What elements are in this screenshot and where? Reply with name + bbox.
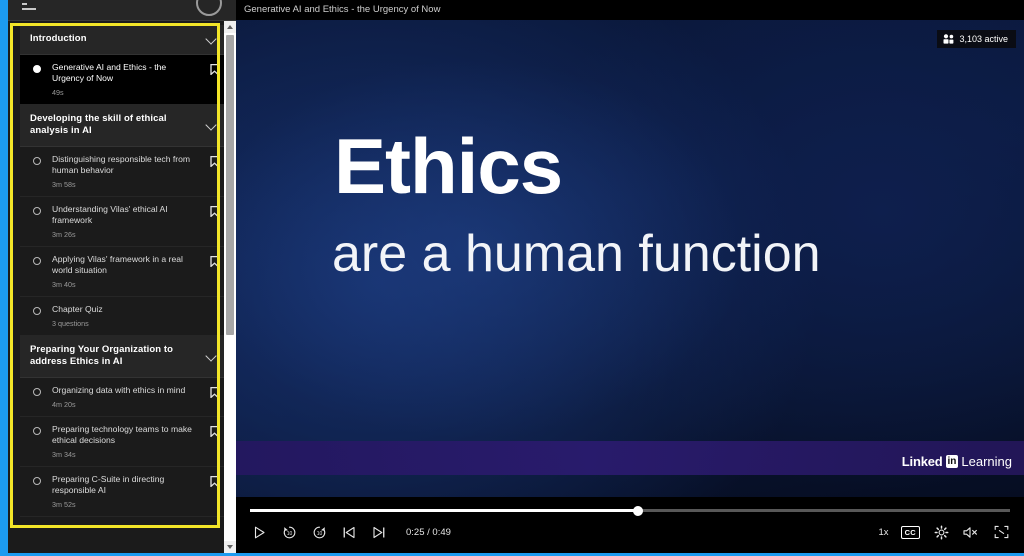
lesson-duration: 3m 26s bbox=[52, 229, 76, 239]
lesson-title: Organizing data with ethics in mind bbox=[52, 384, 186, 395]
volume-muted-icon[interactable] bbox=[962, 523, 980, 541]
forward-10-icon[interactable]: 10 bbox=[310, 523, 328, 541]
closed-captions-button[interactable]: CC bbox=[900, 525, 920, 539]
lesson-row[interactable]: Applying Vilas' framework in a real worl… bbox=[20, 246, 226, 297]
lesson-duration: 49s bbox=[52, 87, 64, 97]
lesson-title: Chapter Quiz bbox=[52, 303, 103, 314]
lesson-row[interactable]: Preparing the Board of Directors to mana… bbox=[20, 516, 226, 527]
active-lesson-accent-bar bbox=[10, 62, 13, 172]
scroll-up-arrow-icon[interactable] bbox=[224, 21, 236, 33]
scroll-down-arrow-icon[interactable] bbox=[224, 541, 236, 553]
logo-linked-text: Linked bbox=[901, 454, 943, 469]
lesson-row[interactable]: Understanding Vilas' ethical AI framewor… bbox=[20, 196, 226, 247]
logo-learning-text: Learning bbox=[961, 454, 1012, 469]
video-stage[interactable]: Ethics are a human function Linked in Lear… bbox=[236, 20, 1024, 497]
chevron-down-icon[interactable] bbox=[207, 34, 218, 45]
slide-subheadline: are a human function bbox=[332, 225, 821, 283]
player-left-controls: 10 10 0:25 / 0:49 bbox=[250, 523, 451, 541]
play-icon[interactable] bbox=[250, 523, 268, 541]
course-contents-sidebar: Introduction Generative AI and Ethics - t… bbox=[8, 0, 236, 553]
lesson-status-icon bbox=[33, 387, 41, 396]
bookmark-icon[interactable] bbox=[210, 386, 219, 398]
lesson-duration: 3m 40s bbox=[52, 279, 76, 289]
lesson-row[interactable]: Preparing technology teams to make ethic… bbox=[20, 416, 226, 467]
fullscreen-icon[interactable] bbox=[992, 523, 1010, 541]
lesson-status-icon bbox=[33, 306, 41, 315]
progress-circle-icon bbox=[196, 0, 222, 16]
playback-speed-button[interactable]: 1x bbox=[879, 527, 889, 538]
lesson-row[interactable]: Generative AI and Ethics - the Urgency o… bbox=[20, 54, 226, 105]
bookmark-icon[interactable] bbox=[210, 205, 219, 217]
bookmark-icon[interactable] bbox=[210, 63, 219, 75]
lesson-status-icon bbox=[33, 156, 41, 165]
lesson-row[interactable]: Preparing C-Suite in directing responsib… bbox=[20, 466, 226, 517]
video-player: Generative AI and Ethics - the Urgency o… bbox=[236, 0, 1024, 553]
table-of-contents-scroll-area[interactable]: Introduction Generative AI and Ethics - t… bbox=[20, 25, 226, 526]
linkedin-learning-course-player: Introduction Generative AI and Ethics - t… bbox=[0, 0, 1024, 556]
lesson-duration: 3m 52s bbox=[52, 499, 76, 509]
lesson-status-icon bbox=[33, 476, 41, 485]
lesson-status-icon bbox=[33, 206, 41, 215]
lesson-row[interactable]: Distinguishing responsible tech from hum… bbox=[20, 146, 226, 197]
chapter-title: Preparing Your Organization to address E… bbox=[30, 343, 174, 368]
svg-text:10: 10 bbox=[286, 531, 292, 537]
lesson-duration: 3m 58s bbox=[52, 179, 76, 189]
bookmark-icon[interactable] bbox=[210, 155, 219, 167]
progress-played bbox=[250, 509, 638, 512]
sidebar-scrollbar[interactable] bbox=[224, 21, 236, 553]
lesson-title: Preparing the Board of Directors to mana… bbox=[52, 524, 200, 527]
people-icon bbox=[943, 34, 954, 44]
lesson-row[interactable]: Chapter Quiz 3 questions bbox=[20, 296, 226, 336]
chapter-header[interactable]: Developing the skill of ethical analysis… bbox=[20, 104, 226, 147]
sidebar-top-bar bbox=[8, 0, 236, 21]
time-display: 0:25 / 0:49 bbox=[406, 526, 451, 538]
lesson-title: Distinguishing responsible tech from hum… bbox=[52, 153, 191, 175]
active-viewers-badge: 3,103 active bbox=[937, 30, 1016, 48]
lesson-duration: 4m 20s bbox=[52, 399, 76, 409]
lesson-row[interactable]: Organizing data with ethics in mind 4m 20… bbox=[20, 377, 226, 417]
chapter-title: Developing the skill of ethical analysis… bbox=[30, 112, 167, 137]
lesson-title: Preparing C-Suite in directing responsib… bbox=[52, 473, 165, 495]
chevron-down-icon[interactable] bbox=[207, 351, 218, 362]
linkedin-learning-logo: Linked in Learning bbox=[902, 454, 1012, 469]
progress-scrubber[interactable] bbox=[250, 505, 1010, 516]
svg-text:10: 10 bbox=[316, 531, 322, 537]
video-title-bar: Generative AI and Ethics - the Urgency o… bbox=[236, 0, 1024, 20]
active-viewers-count: 3,103 active bbox=[959, 34, 1008, 44]
bookmark-icon[interactable] bbox=[210, 255, 219, 267]
previous-video-icon[interactable] bbox=[340, 523, 358, 541]
bookmark-icon[interactable] bbox=[210, 475, 219, 487]
lesson-title: Applying Vilas' framework in a real worl… bbox=[52, 253, 183, 275]
player-control-bar: 10 10 0:25 / 0:49 1x CC bbox=[236, 497, 1024, 553]
lesson-title: Generative AI and Ethics - the Urgency o… bbox=[52, 61, 167, 83]
lesson-title: Understanding Vilas' ethical AI framewor… bbox=[52, 203, 168, 225]
lesson-duration: 3 questions bbox=[52, 318, 89, 328]
player-right-controls: 1x CC bbox=[879, 523, 1010, 541]
lesson-status-icon bbox=[33, 256, 41, 265]
menu-icon[interactable] bbox=[22, 3, 36, 13]
chevron-down-icon[interactable] bbox=[207, 120, 218, 131]
chapter-header[interactable]: Preparing Your Organization to address E… bbox=[20, 335, 226, 378]
next-video-icon[interactable] bbox=[370, 523, 388, 541]
progress-knob[interactable] bbox=[632, 505, 643, 516]
chapter-header[interactable]: Introduction bbox=[20, 25, 226, 55]
lesson-status-icon bbox=[33, 426, 41, 435]
table-of-contents-list: Introduction Generative AI and Ethics - t… bbox=[20, 25, 226, 526]
bookmark-icon[interactable] bbox=[210, 525, 219, 526]
scrollbar-thumb[interactable] bbox=[226, 35, 234, 335]
logo-in-mark: in bbox=[945, 455, 959, 468]
lesson-status-icon bbox=[33, 64, 41, 73]
lesson-duration: 3m 34s bbox=[52, 449, 76, 459]
slide-text-block: Ethics are a human function bbox=[236, 124, 1024, 286]
bookmark-icon[interactable] bbox=[210, 425, 219, 437]
gear-icon[interactable] bbox=[932, 523, 950, 541]
lesson-title: Preparing technology teams to make ethic… bbox=[52, 423, 192, 445]
slide-headline: Ethics bbox=[334, 122, 563, 210]
chapter-title: Introduction bbox=[30, 33, 87, 44]
rewind-10-icon[interactable]: 10 bbox=[280, 523, 298, 541]
